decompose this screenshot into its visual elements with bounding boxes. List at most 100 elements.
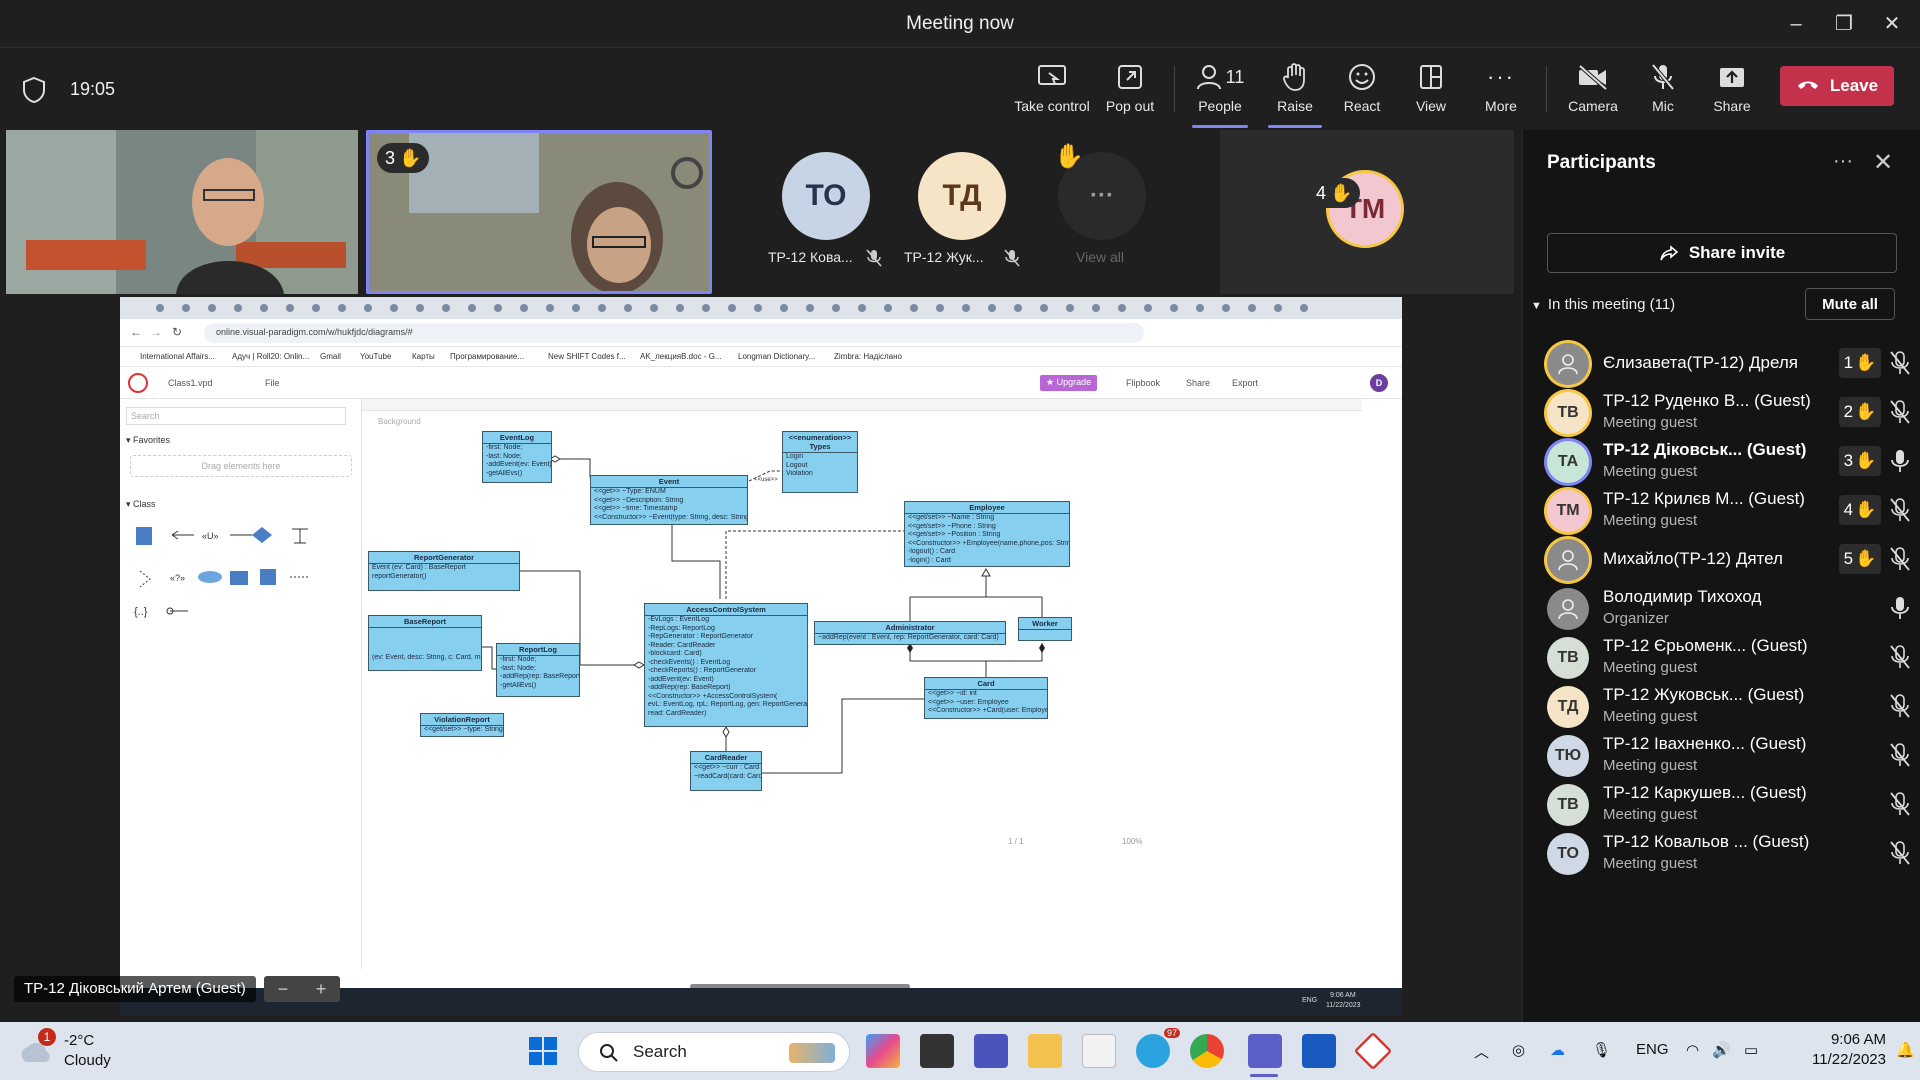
uml-class-reportlog[interactable]: ReportLog -first: Node; -last: Node; -ad…	[496, 643, 580, 697]
mic-off-icon[interactable]	[1889, 644, 1911, 670]
security-icon[interactable]: ◎	[1512, 1041, 1525, 1059]
participant-row[interactable]: ТД ТР-12 Жуковськ... (Guest) Meeting guest	[1539, 679, 1915, 735]
system-clock[interactable]: 9:06 AM 11/22/2023	[1782, 1030, 1886, 1070]
forward-icon[interactable]: →	[150, 325, 162, 339]
bookmark-item[interactable]: New SHIFT Codes f...	[548, 352, 626, 361]
wifi-icon[interactable]: ◠	[1686, 1041, 1699, 1059]
participant-row[interactable]: ТВ ТР-12 Єрьоменк... (Guest) Meeting guest	[1539, 630, 1915, 686]
uml-shape-palette[interactable]: «U» «?» {..}	[130, 519, 350, 629]
bookmark-item[interactable]: Zimbra: Надіслано	[834, 352, 902, 361]
user-avatar[interactable]: D	[1370, 374, 1388, 392]
teams-chat-icon[interactable]	[974, 1034, 1008, 1068]
palette-search[interactable]: Search	[126, 407, 346, 425]
visual-paradigm-icon[interactable]	[1353, 1031, 1393, 1071]
zoom-in-button[interactable]: +	[316, 979, 327, 1000]
weather-widget[interactable]: 1 -2°C Cloudy	[16, 1028, 156, 1074]
mic-off-icon[interactable]	[1889, 546, 1911, 572]
close-icon[interactable]: ✕	[1873, 148, 1893, 177]
shared-screen[interactable]: ← → ↻ online.visual-paradigm.com/w/hukfj…	[120, 297, 1402, 988]
url-field[interactable]: online.visual-paradigm.com/w/hukfjdc/dia…	[204, 323, 1144, 343]
file-menu[interactable]: File	[265, 378, 280, 388]
uml-class-basereport[interactable]: BaseReport (ev: Event, desc: String, c: …	[368, 615, 482, 671]
uml-class-worker[interactable]: Worker	[1018, 617, 1072, 641]
share-menu[interactable]: Share	[1186, 378, 1210, 388]
share-button[interactable]: Share	[1700, 60, 1764, 122]
participant-row[interactable]: ТМ ТР-12 Крилєв М... (Guest) Meeting guest…	[1539, 483, 1915, 539]
minimize-button[interactable]: –	[1776, 10, 1816, 38]
bookmark-item[interactable]: YouTube	[360, 352, 391, 361]
video-tile-1[interactable]	[6, 130, 358, 294]
participant-row[interactable]: Володимир Тихоход Organizer	[1539, 581, 1915, 637]
chrome-icon[interactable]	[1190, 1034, 1224, 1068]
diagram-canvas[interactable]: Background <<use>> EventLog -first: Node…	[362, 399, 1402, 969]
mic-off-icon[interactable]	[1889, 742, 1911, 768]
avatar-td[interactable]: ТД	[918, 152, 1006, 240]
word-icon[interactable]	[1302, 1034, 1336, 1068]
uml-class-reportgenerator[interactable]: ReportGenerator Event (ev: Card) : BaseR…	[368, 551, 520, 591]
page-indicator[interactable]: 1 / 1	[1008, 837, 1024, 846]
uml-class-employee[interactable]: Employee <<get/set>> ~Name : String <<ge…	[904, 501, 1070, 567]
mic-button[interactable]: Mic	[1636, 60, 1690, 122]
uml-class-violationreport[interactable]: ViolationReport <<get/set>> ~type: Strin…	[420, 713, 504, 737]
participant-row[interactable]: ТО ТР-12 Ковальов ... (Guest) Meeting gues…	[1539, 826, 1915, 882]
in-meeting-header[interactable]: ▼ In this meeting (11)	[1531, 296, 1675, 313]
close-window-button[interactable]: ✕	[1872, 10, 1912, 38]
shield-icon[interactable]	[22, 76, 46, 104]
mic-off-icon[interactable]	[1889, 399, 1911, 425]
language-indicator[interactable]: ENG	[1636, 1041, 1669, 1058]
uml-class-administrator[interactable]: Administrator ~addRep(event : Event, rep…	[814, 621, 1006, 645]
taskview-icon[interactable]	[920, 1034, 954, 1068]
participant-row[interactable]: ТВ ТР-12 Каркушев... (Guest) Meeting guest	[1539, 777, 1915, 833]
mic-off-icon[interactable]	[1889, 840, 1911, 866]
class-group-header[interactable]: ▾ Class	[126, 499, 156, 510]
bookmark-item[interactable]: Адуч | Roll20: Onlin...	[232, 352, 309, 361]
uml-class-cardreader[interactable]: CardReader <<get>> ~curr : Card ~readCar…	[690, 751, 762, 791]
zoom-level[interactable]: 100%	[1122, 837, 1142, 846]
onedrive-icon[interactable]: ☁	[1550, 1041, 1565, 1059]
favorites-drop-zone[interactable]: Drag elements here	[130, 455, 352, 477]
mic-off-icon[interactable]	[1889, 497, 1911, 523]
tray-chevron-icon[interactable]: ︿	[1474, 1041, 1489, 1062]
notifications-bell-icon[interactable]: 🔔	[1896, 1041, 1915, 1059]
file-name[interactable]: Class1.vpd	[168, 378, 213, 388]
take-control-button[interactable]: Take control	[1012, 60, 1092, 122]
uml-class-accesscontrolsystem[interactable]: AccessControlSystem -EvLogs : EventLog -…	[644, 603, 808, 727]
participant-row[interactable]: Єлизавета(ТР-12) Дреля 1 ✋	[1539, 336, 1915, 392]
start-button[interactable]	[528, 1036, 558, 1066]
avatar-to[interactable]: ТО	[782, 152, 870, 240]
leave-button[interactable]: Leave	[1780, 66, 1894, 106]
uml-class-eventlog[interactable]: EventLog -first: Node; -last: Node; -add…	[482, 431, 552, 483]
participant-row[interactable]: Михайло(ТР-12) Дятел 5 ✋	[1539, 532, 1915, 588]
bookmark-item[interactable]: Карты	[412, 352, 435, 361]
pop-out-button[interactable]: Pop out	[1098, 60, 1162, 122]
bookmark-item[interactable]: AK_лекцияB.doc - G...	[640, 352, 722, 361]
uml-enum-types[interactable]: <<enumeration>> Types Login Logout Violat…	[782, 431, 858, 493]
restore-button[interactable]: ❐	[1824, 10, 1864, 38]
participant-row[interactable]: ТВ ТР-12 Руденко В... (Guest) Meeting gues…	[1539, 385, 1915, 441]
taskbar-search[interactable]: Search	[578, 1032, 850, 1072]
participant-row[interactable]: ТЮ ТР-12 Івахненко... (Guest) Meeting gues…	[1539, 728, 1915, 784]
reload-icon[interactable]: ↻	[172, 325, 182, 339]
bookmark-item[interactable]: Gmail	[320, 352, 341, 361]
people-button[interactable]: 11 People	[1186, 60, 1254, 128]
video-tile-2[interactable]: 3 ✋	[366, 130, 712, 294]
volume-icon[interactable]: 🔊	[1712, 1041, 1731, 1059]
camera-button[interactable]: Camera	[1560, 60, 1626, 122]
notepad-icon[interactable]	[1082, 1034, 1116, 1068]
mic-off-icon[interactable]	[1889, 693, 1911, 719]
battery-icon[interactable]: ▭	[1744, 1041, 1758, 1059]
back-icon[interactable]: ←	[130, 325, 142, 339]
mic-icon[interactable]	[1889, 448, 1911, 474]
uml-class-card[interactable]: Card <<get>> ~id: int <<get>> ~user: Emp…	[924, 677, 1048, 719]
copilot-icon[interactable]	[866, 1034, 900, 1068]
view-button[interactable]: View	[1404, 60, 1458, 122]
zoom-out-button[interactable]: −	[278, 979, 289, 1000]
file-explorer-icon[interactable]	[1028, 1034, 1062, 1068]
participant-row[interactable]: ТА ТР-12 Діковськ... (Guest) Meeting guest…	[1539, 434, 1915, 490]
share-invite-button[interactable]: Share invite	[1547, 233, 1897, 273]
uml-class-event[interactable]: Event <<get>> ~Type: ENUM <<get>> ~Descr…	[590, 475, 748, 525]
favorites-header[interactable]: ▾ Favorites	[126, 435, 170, 446]
flipbook-menu[interactable]: Flipbook	[1126, 378, 1160, 388]
mic-icon[interactable]	[1889, 595, 1911, 621]
mic-tray-icon[interactable]: 🎙	[1592, 1041, 1611, 1059]
